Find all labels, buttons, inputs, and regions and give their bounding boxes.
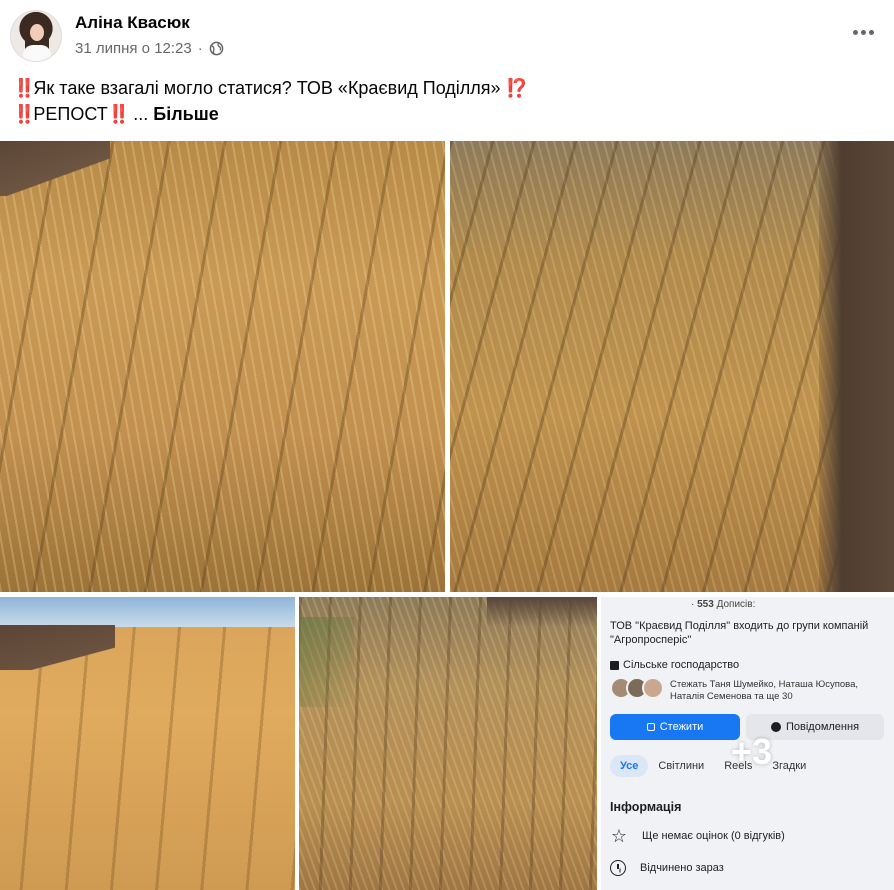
sky <box>0 597 295 627</box>
double-exclamation-icon: ‼️ <box>107 104 130 124</box>
author-avatar[interactable] <box>10 10 62 62</box>
post-photo-5-more[interactable]: · 553 Дописів: ТОВ "Краєвид Поділля" вхо… <box>601 597 894 890</box>
wheat-field-image <box>450 141 894 592</box>
post-photo-4[interactable] <box>299 597 597 890</box>
wheat-field-image <box>0 141 445 592</box>
avatar-face <box>30 24 44 41</box>
more-options-icon[interactable] <box>848 22 878 42</box>
plowed-soil <box>487 597 597 627</box>
plowed-soil <box>0 141 110 196</box>
author-name[interactable]: Аліна Квасюк <box>75 13 190 33</box>
post-header: Аліна Квасюк 31 липня о 12:23 · <box>0 0 894 70</box>
post-photo-3[interactable] <box>0 597 295 890</box>
post-text: ‼️Як таке взагалі могло статися? ТОВ «Кр… <box>13 75 528 127</box>
post-text-line-1: ‼️Як таке взагалі могло статися? ТОВ «Кр… <box>13 75 528 101</box>
meta-separator: · <box>197 40 203 57</box>
post-timestamp[interactable]: 31 липня о 12:23 <box>75 40 192 57</box>
plowed-soil <box>819 141 894 592</box>
more-photos-count: +3 <box>730 730 773 772</box>
avatar-shirt <box>23 45 51 61</box>
double-exclamation-icon: ‼️ <box>13 78 35 98</box>
wheat-field-image <box>0 597 295 890</box>
wheat-field-image <box>299 597 597 890</box>
text-ellipsis: ... <box>133 104 149 124</box>
globe-icon[interactable] <box>209 41 224 56</box>
post-text-line-2: ‼️РЕПОСТ‼️ ... Більше <box>13 101 528 127</box>
more-photos-overlay[interactable]: +3 <box>601 597 894 890</box>
interrobang-icon: ⁉️ <box>505 78 529 98</box>
post-text-main: Як таке взагалі могло статися? ТОВ «Крає… <box>33 78 501 98</box>
post-photo-1[interactable] <box>0 141 445 592</box>
post-meta: 31 липня о 12:23 · <box>75 40 224 57</box>
post-photo-2[interactable] <box>450 141 894 592</box>
plowed-soil <box>0 625 115 670</box>
see-more-link[interactable]: Більше <box>153 104 218 124</box>
grass-patch <box>299 617 354 707</box>
post-text-repost: РЕПОСТ <box>33 104 108 124</box>
double-exclamation-icon: ‼️ <box>13 104 35 124</box>
